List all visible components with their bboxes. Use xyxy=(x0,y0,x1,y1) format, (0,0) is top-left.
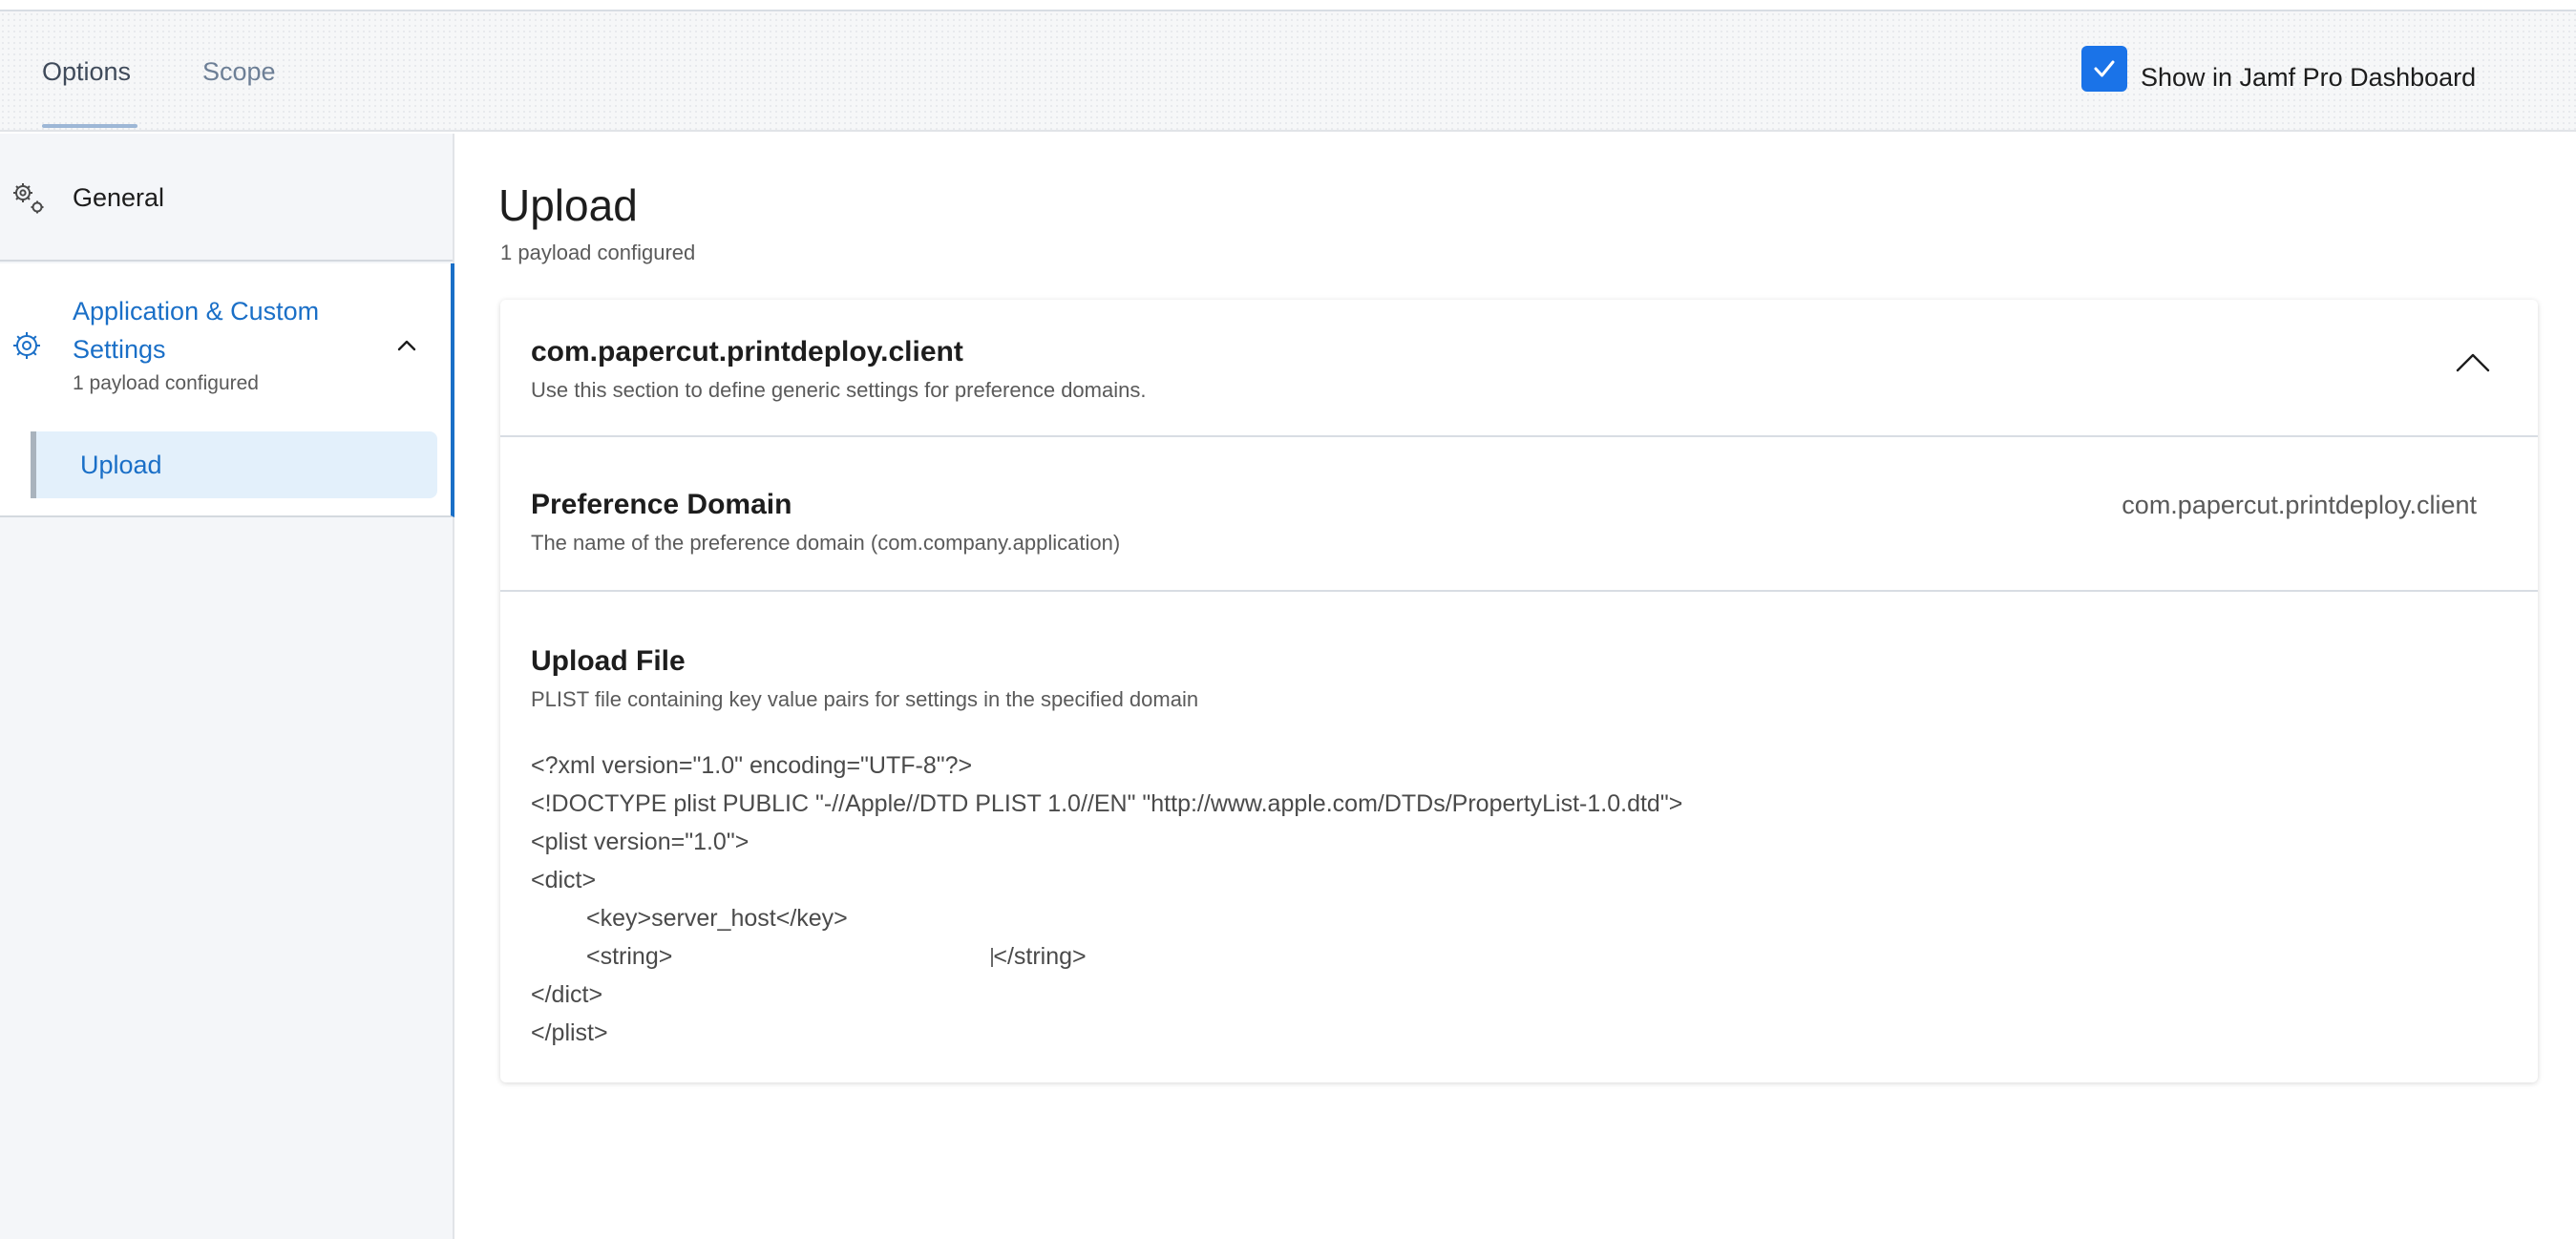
checkmark-icon xyxy=(2094,60,2115,77)
upload-file-label: Upload File xyxy=(531,645,686,677)
page-subtitle: 1 payload configured xyxy=(500,241,696,264)
preference-domain-description: The name of the preference domain (com.c… xyxy=(531,531,1121,555)
plist-line: <plist version="1.0"> xyxy=(531,829,750,855)
upload-file-section: Upload File PLIST file containing key va… xyxy=(500,594,2538,1082)
sidebar-item-app-settings-subtitle: 1 payload configured xyxy=(73,372,259,394)
sidebar-item-general-label: General xyxy=(73,183,165,212)
plist-line: </plist> xyxy=(531,1019,608,1046)
page-title: Upload xyxy=(498,180,638,230)
sidebar-item-upload[interactable]: Upload xyxy=(31,431,437,498)
plist-line: <!DOCTYPE plist PUBLIC "-//Apple//DTD PL… xyxy=(531,790,1683,817)
plist-line-string: <string> </string> xyxy=(531,937,1682,976)
plist-line: <key>server_host</key> xyxy=(586,905,848,932)
plist-line: </dict> xyxy=(531,981,603,1008)
payload-domain-description: Use this section to define generic setti… xyxy=(531,378,1147,402)
sidebar-item-upload-label: Upload xyxy=(80,451,162,479)
gear-icon xyxy=(10,328,44,368)
gears-icon xyxy=(10,179,48,222)
top-border xyxy=(0,0,2576,11)
dashboard-checkbox[interactable] xyxy=(2081,46,2127,92)
plist-line: <dict> xyxy=(531,867,597,893)
payload-card-header[interactable]: com.papercut.printdeploy.client Use this… xyxy=(500,300,2538,437)
preference-domain-value: com.papercut.printdeploy.client xyxy=(2122,491,2477,519)
collapse-chevron-icon[interactable] xyxy=(2454,349,2492,381)
plist-string-open: <string> xyxy=(586,943,673,970)
tab-options[interactable]: Options xyxy=(42,57,131,87)
chevron-up-icon[interactable] xyxy=(395,338,418,358)
plist-string-close: </string> xyxy=(993,943,1087,970)
tab-scope[interactable]: Scope xyxy=(202,57,276,87)
active-tab-indicator xyxy=(42,124,137,128)
sidebar-item-app-settings[interactable]: Application & Custom Settings xyxy=(73,292,378,368)
plist-content[interactable]: <?xml version="1.0" encoding="UTF-8"?> <!… xyxy=(531,746,1682,1052)
header-bar: Options Scope Show in Jamf Pro Dashboard xyxy=(0,11,2576,132)
preference-domain-section: Preference Domain The name of the prefer… xyxy=(500,439,2538,592)
payload-domain-title: com.papercut.printdeploy.client xyxy=(531,336,963,368)
upload-file-description: PLIST file containing key value pairs fo… xyxy=(531,687,1199,711)
sidebar-item-general[interactable]: General xyxy=(0,134,453,262)
preference-domain-label: Preference Domain xyxy=(531,489,792,520)
payload-card: com.papercut.printdeploy.client Use this… xyxy=(500,300,2538,1082)
dashboard-checkbox-label[interactable]: Show in Jamf Pro Dashboard xyxy=(2141,63,2476,93)
plist-line: <?xml version="1.0" encoding="UTF-8"?> xyxy=(531,752,973,779)
